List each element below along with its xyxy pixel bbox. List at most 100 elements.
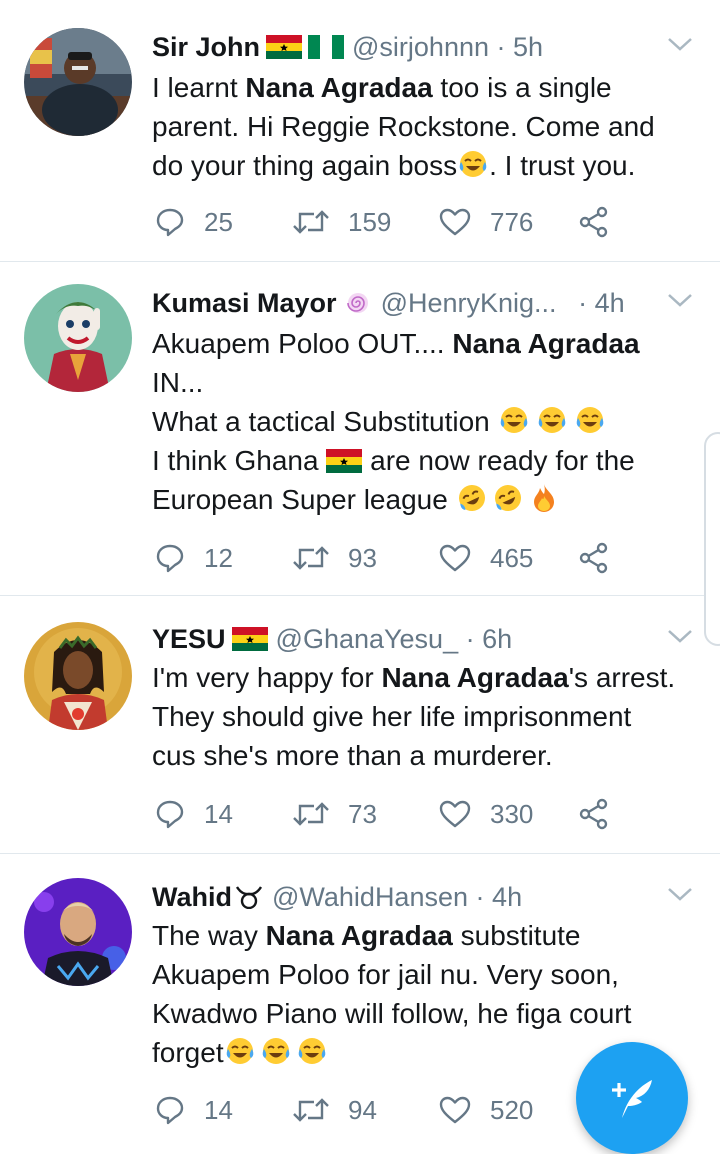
tears-of-joy-emoji-icon	[260, 1035, 292, 1067]
display-name[interactable]: Wahid	[152, 882, 232, 912]
tweet[interactable]: YESU @GhanaYesu_ · 6h I'm very happy for …	[0, 596, 720, 854]
avatar[interactable]	[24, 878, 132, 986]
reply-button[interactable]: 25	[154, 202, 233, 242]
share-button[interactable]	[578, 794, 628, 834]
chevron-down-icon[interactable]	[666, 884, 694, 904]
reply-count: 14	[204, 1094, 233, 1125]
reply-icon	[156, 800, 184, 829]
retweet-count: 159	[348, 206, 392, 237]
tweet-text: I learnt Nana Agradaa too is a single pa…	[152, 68, 692, 185]
like-button[interactable]: 520	[438, 1090, 533, 1130]
tweet-line: European Super league	[152, 480, 692, 519]
scroll-edge-indicator[interactable]	[704, 432, 720, 646]
ghana-flag-icon	[231, 627, 268, 651]
avatar[interactable]	[24, 622, 132, 730]
user-handle[interactable]: @WahidHansen	[272, 882, 468, 912]
avatar[interactable]	[24, 284, 132, 392]
reply-button[interactable]: 14	[154, 1090, 233, 1130]
share-icon	[579, 798, 608, 830]
tweet-line: What a tactical Substitution	[152, 402, 692, 441]
retweet-button[interactable]: 159	[292, 202, 391, 242]
swirl-emoji-icon	[343, 291, 373, 315]
tweet-line: do your thing again boss. I trust you.	[152, 148, 636, 181]
ghana-flag-icon	[266, 35, 303, 59]
reply-count: 14	[204, 798, 233, 829]
tweet[interactable]: Sir John @sirjohnnn · 5h I learnt Nana Ag…	[0, 0, 720, 262]
like-icon	[439, 208, 471, 236]
tweet[interactable]: Kumasi Mayor @HenryKnig... · 4h Akuapem P…	[0, 262, 720, 596]
like-button[interactable]: 776	[438, 202, 533, 242]
share-icon	[579, 206, 608, 238]
like-icon	[439, 800, 471, 828]
tears-of-joy-emoji-icon	[457, 148, 489, 180]
share-button[interactable]	[578, 202, 628, 242]
tears-of-joy-emoji-icon	[536, 404, 568, 436]
like-count: 465	[490, 542, 534, 573]
timestamp[interactable]: 6h	[482, 624, 512, 654]
separator-dot: ·	[496, 32, 506, 62]
tweet-actions: 25 159 776	[154, 202, 654, 242]
timestamp[interactable]: 4h	[595, 288, 625, 318]
tweet-line: Akuapem Poloo for jail nu. Very soon,	[152, 959, 619, 990]
like-button[interactable]: 465	[438, 538, 533, 578]
tweet-header: Sir John @sirjohnnn · 5h	[152, 28, 650, 66]
avatar[interactable]	[24, 28, 132, 136]
tweet-header: Kumasi Mayor @HenryKnig... · 4h	[152, 284, 650, 322]
chevron-down-icon[interactable]	[666, 290, 694, 310]
tweet-line: I'm very happy for Nana Agradaa's arrest…	[152, 662, 676, 693]
retweet-button[interactable]: 93	[292, 538, 377, 578]
tweet-line: Kwadwo Piano will follow, he figa court	[152, 998, 632, 1029]
user-handle[interactable]: @GhanaYesu_	[276, 624, 459, 654]
tweet-actions: 14 73 330	[154, 794, 654, 834]
display-name[interactable]: Kumasi Mayor	[152, 288, 337, 318]
user-handle[interactable]: @HenryKnig...	[381, 288, 557, 318]
retweet-button[interactable]: 94	[292, 1090, 377, 1130]
timestamp[interactable]: 5h	[513, 32, 543, 62]
nigeria-flag-icon	[308, 35, 345, 59]
reply-icon	[156, 1096, 184, 1125]
tweet-text: Akuapem Poloo OUT.... Nana Agradaa IN...…	[152, 324, 692, 519]
reply-count: 12	[204, 542, 233, 573]
tweet-line: I learnt Nana Agradaa too is a single	[152, 72, 612, 103]
compose-tweet-icon	[612, 1080, 652, 1118]
rolling-laughing-emoji-icon	[492, 482, 524, 514]
display-name[interactable]: Sir John	[152, 32, 260, 62]
like-button[interactable]: 330	[438, 794, 533, 834]
retweet-button[interactable]: 73	[292, 794, 377, 834]
timestamp[interactable]: 4h	[492, 882, 522, 912]
share-button[interactable]	[578, 538, 628, 578]
tweet-text: I'm very happy for Nana Agradaa's arrest…	[152, 658, 700, 775]
tweet-header: YESU @GhanaYesu_ · 6h	[152, 620, 650, 658]
rolling-laughing-emoji-icon	[456, 482, 488, 514]
tears-of-joy-emoji-icon	[574, 404, 606, 436]
reply-icon	[156, 544, 184, 573]
like-count: 330	[490, 798, 534, 829]
reply-button[interactable]: 14	[154, 794, 233, 834]
retweet-icon	[293, 546, 329, 570]
fire-emoji-icon	[528, 482, 560, 514]
taurus-symbol-icon	[234, 885, 264, 909]
separator-dot: ·	[465, 624, 475, 654]
tweet-line: IN...	[152, 367, 204, 398]
tweet-actions: 12 93 465	[154, 538, 654, 578]
separator-dot: ·	[475, 882, 485, 912]
tweet-line: I think Ghana are now ready for the	[152, 445, 635, 476]
retweet-count: 73	[348, 798, 377, 829]
reply-count: 25	[204, 206, 233, 237]
user-handle[interactable]: @sirjohnnn	[352, 32, 489, 62]
retweet-count: 94	[348, 1094, 377, 1125]
tweet-header: Wahid @WahidHansen · 4h	[152, 878, 650, 916]
reply-button[interactable]: 12	[154, 538, 233, 578]
share-icon	[579, 542, 608, 574]
compose-tweet-button[interactable]	[576, 1042, 688, 1154]
chevron-down-icon[interactable]	[666, 34, 694, 54]
retweet-icon	[293, 1098, 329, 1122]
retweet-count: 93	[348, 542, 377, 573]
tears-of-joy-emoji-icon	[224, 1035, 256, 1067]
reply-icon	[156, 208, 184, 237]
chevron-down-icon[interactable]	[666, 626, 694, 646]
tears-of-joy-emoji-icon	[296, 1035, 328, 1067]
display-name[interactable]: YESU	[152, 624, 226, 654]
like-count: 520	[490, 1094, 534, 1125]
tweet-line: The way Nana Agradaa substitute	[152, 920, 581, 951]
